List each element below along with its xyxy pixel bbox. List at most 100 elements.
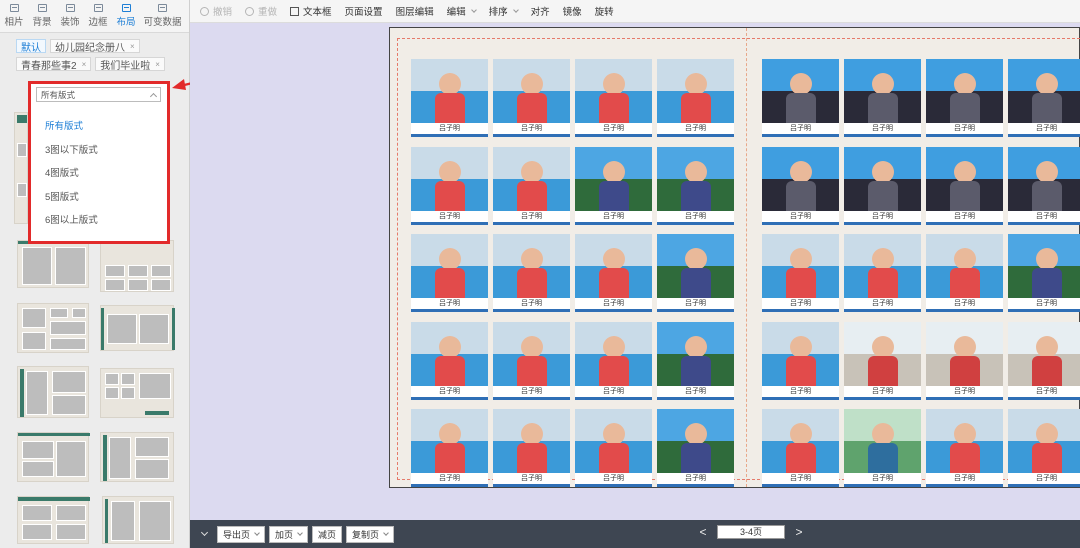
photo-card[interactable]: 吕子明 xyxy=(493,321,570,400)
photo-card[interactable]: 吕子明 xyxy=(575,146,652,225)
undo-button[interactable]: 撤销 xyxy=(200,4,232,18)
export-page-button[interactable]: 导出页 xyxy=(217,525,266,543)
layout-thumbnail[interactable] xyxy=(100,432,174,482)
caption-bar xyxy=(1008,396,1080,400)
photo-card[interactable]: 吕子明 xyxy=(926,234,1003,312)
photo-card[interactable]: 吕子明 xyxy=(1008,59,1080,137)
prev-page-button[interactable]: < xyxy=(695,525,711,539)
page-spread[interactable]: 吕子明 吕子明 吕子明 吕子明 吕子明 吕子明 吕子明 吕子明 吕子明 吕子明 吕子明 吕子明 吕子明吕… xyxy=(389,27,1080,488)
layout-thumbnail[interactable] xyxy=(17,432,90,482)
layout-thumbnail[interactable] xyxy=(17,240,90,288)
rotate-button[interactable]: 旋转 xyxy=(595,4,614,18)
photo-card[interactable]: 吕子明 xyxy=(762,59,839,137)
option-under-3-photos[interactable]: 3图以下版式 xyxy=(36,139,164,163)
photo-card[interactable]: 吕子明 xyxy=(411,234,488,312)
close-icon[interactable]: × xyxy=(82,60,87,69)
photo-card[interactable]: 吕子明 xyxy=(1008,234,1080,312)
option-6-plus-photos[interactable]: 6图以上版式 xyxy=(36,209,164,233)
photo-card[interactable]: 吕子明 xyxy=(657,59,734,137)
option-all-layouts[interactable]: 所有版式 xyxy=(36,115,164,139)
chip-kindergarten-album[interactable]: 幼儿园纪念册八 × xyxy=(50,39,140,54)
photo-card[interactable]: 吕子明 xyxy=(762,409,839,487)
layout-thumbnail[interactable] xyxy=(100,368,174,418)
photo-card[interactable]: 吕子明 xyxy=(575,409,652,487)
remove-page-button[interactable]: 减页 xyxy=(312,525,343,543)
photo-card[interactable]: 吕子明 xyxy=(844,146,921,225)
option-5-photos[interactable]: 5图版式 xyxy=(36,186,164,210)
photo-card[interactable]: 吕子明 xyxy=(493,234,570,312)
photo xyxy=(762,321,839,386)
collapse-chevron-icon[interactable] xyxy=(200,528,209,537)
caption-bar xyxy=(926,134,1003,137)
photo-card[interactable]: 吕子明 xyxy=(762,146,839,225)
next-page-button[interactable]: > xyxy=(791,525,807,539)
close-icon[interactable]: × xyxy=(130,42,135,51)
photo-caption: 吕子明 xyxy=(575,473,652,484)
photo-card[interactable]: 吕子明 xyxy=(411,146,488,225)
layout-thumbnail[interactable] xyxy=(14,112,28,224)
layout-thumbnail[interactable] xyxy=(17,366,89,418)
photo-card[interactable]: 吕子明 xyxy=(844,321,921,400)
photo-card[interactable]: 吕子明 xyxy=(575,321,652,400)
photo-card[interactable]: 吕子明 xyxy=(411,321,488,400)
tab-decoration[interactable]: 装饰 xyxy=(56,0,84,32)
spine-guide xyxy=(746,28,747,487)
photo xyxy=(844,146,921,211)
photo-card[interactable]: 吕子明 xyxy=(926,321,1003,400)
layout-thumbnail[interactable] xyxy=(100,240,174,292)
photo-card[interactable]: 吕子明 xyxy=(926,146,1003,225)
photo-card[interactable]: 吕子明 xyxy=(844,59,921,137)
photo-card[interactable]: 吕子明 xyxy=(657,234,734,312)
add-page-button[interactable]: 加页 xyxy=(269,525,309,543)
photo-card[interactable]: 吕子明 xyxy=(844,234,921,312)
close-icon[interactable]: × xyxy=(155,60,160,69)
layout-thumbnail[interactable] xyxy=(17,496,90,544)
photo-card[interactable]: 吕子明 xyxy=(926,59,1003,137)
chevron-up-icon xyxy=(149,92,158,100)
chip-default[interactable]: 默认 xyxy=(16,39,46,54)
layout-filter-highlight: 所有版式 所有版式 3图以下版式 4图版式 5图版式 6图以上版式 xyxy=(28,81,170,244)
redo-button[interactable]: 重做 xyxy=(245,4,277,18)
tab-variable-data[interactable]: 可变数据 xyxy=(140,0,185,32)
tab-frame[interactable]: 边框 xyxy=(84,0,112,32)
layout-filter-select[interactable]: 所有版式 xyxy=(36,87,161,102)
photo-card[interactable]: 吕子明 xyxy=(1008,409,1080,487)
photo-card[interactable]: 吕子明 xyxy=(575,234,652,312)
layer-edit-button[interactable]: 图层编辑 xyxy=(396,4,434,18)
chip-we-graduated[interactable]: 我们毕业啦 × xyxy=(95,57,165,72)
option-4-photos[interactable]: 4图版式 xyxy=(36,162,164,186)
layout-thumbnail[interactable] xyxy=(100,305,175,351)
photo-card[interactable]: 吕子明 xyxy=(657,409,734,487)
photo-card[interactable]: 吕子明 xyxy=(411,59,488,137)
photo-card[interactable]: 吕子明 xyxy=(657,146,734,225)
tab-background[interactable]: 背景 xyxy=(28,0,56,32)
align-button[interactable]: 对齐 xyxy=(531,4,550,18)
arrange-menu[interactable]: 排序 xyxy=(489,4,519,18)
photo-caption: 吕子明 xyxy=(926,123,1003,134)
photo-card[interactable]: 吕子明 xyxy=(493,409,570,487)
tab-label: 背景 xyxy=(32,17,52,28)
photo-card[interactable]: 吕子明 xyxy=(762,234,839,312)
photo-card[interactable]: 吕子明 xyxy=(762,321,839,400)
photo-card[interactable]: 吕子明 xyxy=(1008,321,1080,400)
layout-thumbnail[interactable] xyxy=(102,496,174,544)
layout-thumbnail[interactable] xyxy=(17,303,89,353)
chip-youth-stories[interactable]: 青春那些事2 × xyxy=(16,57,92,72)
text-box-button[interactable]: 文本框 xyxy=(290,4,332,18)
photo-card[interactable]: 吕子明 xyxy=(411,409,488,487)
tab-layout[interactable]: 布局 xyxy=(112,0,140,32)
photo-caption: 吕子明 xyxy=(411,298,488,309)
text-box-label: 文本框 xyxy=(303,7,332,18)
photo-card[interactable]: 吕子明 xyxy=(1008,146,1080,225)
edit-menu[interactable]: 编辑 xyxy=(447,4,477,18)
photo-card[interactable]: 吕子明 xyxy=(493,146,570,225)
photo-card[interactable]: 吕子明 xyxy=(926,409,1003,487)
photo-card[interactable]: 吕子明 xyxy=(493,59,570,137)
tab-photos[interactable]: 相片 xyxy=(0,0,28,32)
copy-page-button[interactable]: 复制页 xyxy=(346,525,395,543)
page-settings-button[interactable]: 页面设置 xyxy=(345,4,383,18)
photo-card[interactable]: 吕子明 xyxy=(657,321,734,400)
photo-card[interactable]: 吕子明 xyxy=(575,59,652,137)
photo-card[interactable]: 吕子明 xyxy=(844,409,921,487)
mirror-button[interactable]: 镜像 xyxy=(563,4,582,18)
